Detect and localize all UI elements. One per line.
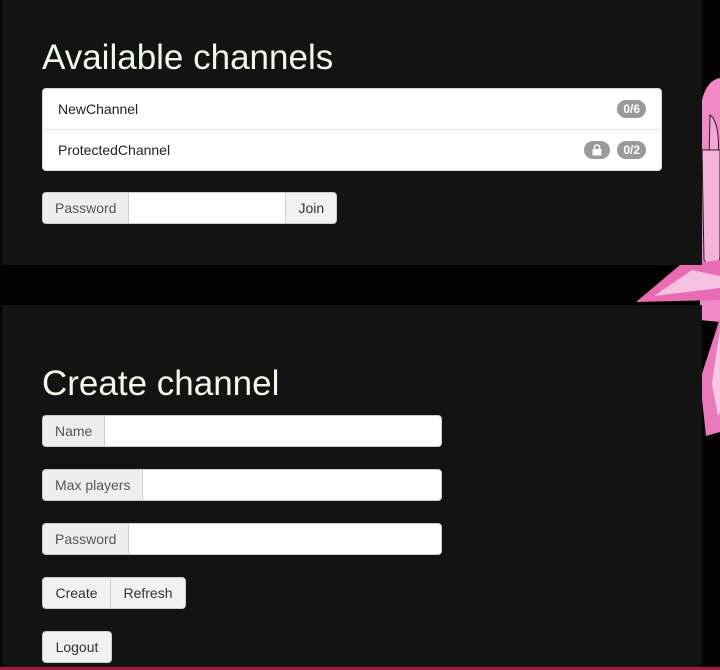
logout-button[interactable]: Logout xyxy=(42,631,112,663)
refresh-button[interactable]: Refresh xyxy=(111,577,186,609)
channel-item[interactable]: NewChannel 0/6 xyxy=(43,89,661,130)
create-password-input[interactable] xyxy=(128,523,442,555)
create-actions: Create Refresh xyxy=(42,577,186,609)
channel-list: NewChannel 0/6 ProtectedChannel 0/2 xyxy=(42,88,662,171)
max-players-input[interactable] xyxy=(142,469,442,501)
name-label: Name xyxy=(42,415,105,447)
create-channel-title: Create channel xyxy=(42,364,280,403)
join-password-label: Password xyxy=(42,192,129,224)
channel-name: NewChannel xyxy=(58,101,139,117)
name-field-group: Name xyxy=(42,415,442,447)
channel-name: ProtectedChannel xyxy=(58,142,171,158)
available-channels-panel: Available channels NewChannel 0/6 Protec… xyxy=(2,0,702,265)
lock-icon xyxy=(584,141,610,159)
channel-item[interactable]: ProtectedChannel 0/2 xyxy=(43,130,661,170)
join-password-group: Password Join xyxy=(42,192,338,224)
create-password-field-group: Password xyxy=(42,523,442,555)
max-players-label: Max players xyxy=(42,469,143,501)
join-button[interactable]: Join xyxy=(286,192,338,224)
player-count-badge: 0/2 xyxy=(617,141,646,159)
player-count-badge: 0/6 xyxy=(617,100,646,118)
create-password-label: Password xyxy=(42,523,129,555)
create-button[interactable]: Create xyxy=(42,577,111,609)
create-channel-panel: Create channel Name Max players Password… xyxy=(2,305,702,670)
max-players-field-group: Max players xyxy=(42,469,442,501)
name-input[interactable] xyxy=(104,415,442,447)
available-channels-title: Available channels xyxy=(42,38,334,77)
join-password-input[interactable] xyxy=(128,192,287,224)
